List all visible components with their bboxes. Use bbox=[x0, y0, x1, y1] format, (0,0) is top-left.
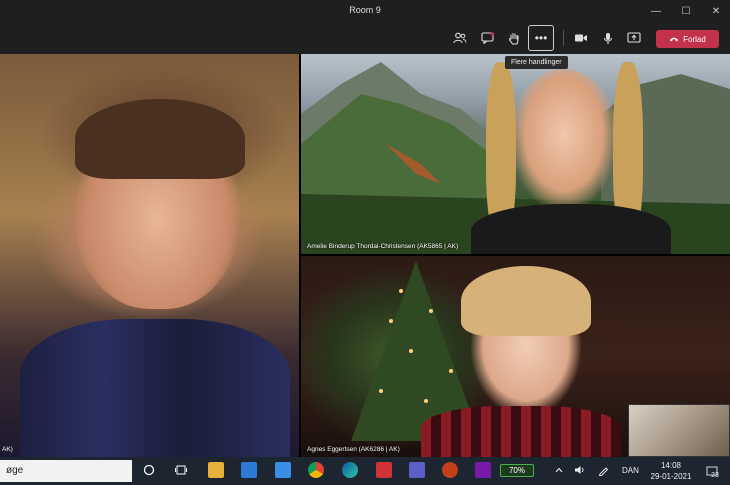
file-explorer-icon[interactable] bbox=[208, 462, 224, 478]
participant-hair bbox=[75, 99, 245, 179]
leave-label: Forlad bbox=[683, 34, 706, 44]
edge-icon[interactable] bbox=[342, 462, 358, 478]
teams-icon[interactable] bbox=[409, 462, 425, 478]
video-stage: AK) Amelie Binderup Thordal-Christensen … bbox=[0, 54, 730, 457]
taskbar: øge 70% DAN 14:08 29-01-2021 23 bbox=[0, 457, 730, 485]
cortana-icon[interactable] bbox=[141, 462, 157, 478]
minimize-button[interactable]: — bbox=[642, 0, 670, 22]
notification-count: 23 bbox=[711, 471, 719, 479]
battery-indicator[interactable]: 70% bbox=[500, 464, 534, 477]
video-tile-left[interactable]: AK) bbox=[0, 54, 299, 457]
powerpoint-icon[interactable] bbox=[442, 462, 458, 478]
phone-hangup-icon bbox=[670, 37, 679, 42]
participant-video bbox=[509, 69, 619, 214]
clock-time: 14:08 bbox=[660, 461, 682, 470]
self-view-video[interactable] bbox=[628, 404, 730, 457]
speaker-icon[interactable] bbox=[574, 465, 586, 477]
participant-shirt bbox=[20, 319, 290, 457]
task-view-icon[interactable] bbox=[173, 462, 189, 478]
video-tile-top-right[interactable]: Amelie Binderup Thordal-Christensen (AK5… bbox=[301, 54, 730, 254]
raise-hand-icon[interactable] bbox=[502, 26, 526, 50]
notification-center-icon[interactable]: 23 bbox=[703, 462, 721, 480]
close-button[interactable]: ✕ bbox=[702, 0, 730, 22]
chevron-up-icon[interactable] bbox=[555, 466, 563, 475]
participant-shirt bbox=[471, 204, 671, 254]
title-bar: Room 9 — ☐ ✕ bbox=[0, 0, 730, 22]
participant-name-left: AK) bbox=[2, 446, 13, 453]
maximize-button[interactable]: ☐ bbox=[672, 0, 700, 22]
participant-shirt bbox=[421, 406, 621, 457]
mail-icon[interactable] bbox=[275, 462, 291, 478]
clock-date: 29-01-2021 bbox=[650, 472, 692, 481]
chat-icon[interactable] bbox=[476, 26, 500, 50]
app-icon[interactable] bbox=[376, 462, 392, 478]
pen-icon[interactable] bbox=[598, 465, 609, 478]
leave-button[interactable]: Forlad bbox=[656, 30, 719, 48]
chrome-icon[interactable] bbox=[308, 462, 324, 478]
keyboard-language[interactable]: DAN bbox=[622, 466, 639, 475]
participant-hair bbox=[461, 266, 591, 336]
more-actions-tooltip: Flere handlinger bbox=[505, 56, 568, 69]
toolbar-divider bbox=[563, 30, 564, 46]
more-actions-button[interactable]: ••• bbox=[528, 25, 554, 51]
taskbar-search[interactable]: øge bbox=[0, 460, 132, 482]
onenote-icon[interactable] bbox=[475, 462, 491, 478]
people-icon[interactable] bbox=[448, 26, 472, 50]
meeting-toolbar: ••• Forlad bbox=[0, 22, 730, 54]
store-icon[interactable] bbox=[241, 462, 257, 478]
participant-name-bottom-right: Agnes Eggertsen (AK6286 | AK) bbox=[307, 446, 400, 453]
camera-icon[interactable] bbox=[569, 26, 593, 50]
window-title: Room 9 bbox=[349, 5, 381, 15]
participant-name-top-right: Amelie Binderup Thordal-Christensen (AK5… bbox=[307, 243, 459, 250]
microphone-icon[interactable] bbox=[596, 26, 620, 50]
system-clock[interactable]: 14:08 29-01-2021 bbox=[648, 460, 694, 482]
share-screen-icon[interactable] bbox=[622, 26, 646, 50]
